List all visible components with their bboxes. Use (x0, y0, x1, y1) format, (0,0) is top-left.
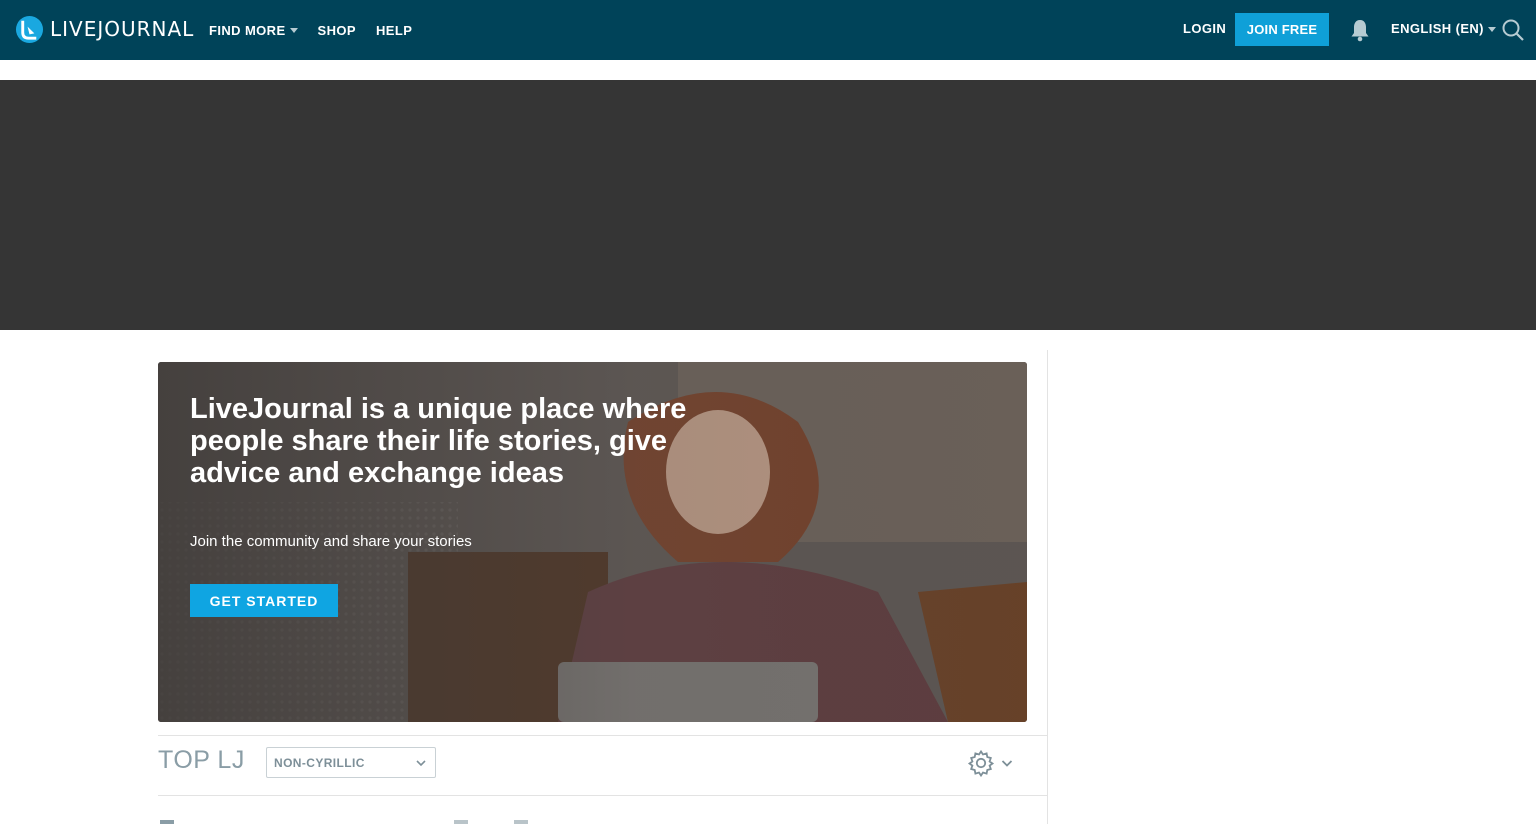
hero-banner: LiveJournal is a unique place where peop… (158, 362, 1027, 722)
nav-help-label: HELP (376, 22, 413, 38)
search-icon[interactable] (1502, 19, 1524, 41)
column-divider (1047, 350, 1048, 824)
top-navigation-bar: LIVEJOURNAL FIND MORE SHOP HELP LOGIN JO… (0, 0, 1536, 60)
chevron-down-icon (1001, 760, 1013, 767)
caret-down-icon (1487, 26, 1496, 32)
get-started-button[interactable]: GET STARTED (190, 584, 338, 617)
login-link[interactable]: LOGIN (1183, 21, 1226, 36)
ad-banner[interactable] (0, 80, 1536, 330)
nav-shop[interactable]: SHOP (318, 23, 356, 38)
nav-find-more[interactable]: FIND MORE (209, 23, 298, 38)
bell-icon[interactable] (1349, 18, 1371, 42)
top-lj-title: TOP LJ (158, 746, 245, 774)
list-item-peek (160, 820, 528, 824)
caret-down-icon (289, 28, 298, 33)
filter-value: NON-CYRILLIC (274, 755, 365, 770)
join-free-button[interactable]: JOIN FREE (1235, 13, 1329, 46)
settings-menu[interactable] (967, 748, 1019, 778)
section-divider (158, 735, 1047, 736)
language-label: ENGLISH (EN) (1391, 21, 1484, 36)
gear-icon (967, 749, 995, 777)
hero-subtitle: Join the community and share your storie… (190, 533, 472, 550)
language-selector[interactable]: ENGLISH (EN) (1391, 21, 1496, 36)
logo-wordmark: LIVEJOURNAL (50, 17, 195, 41)
hero-title: LiveJournal is a unique place where peop… (190, 393, 687, 489)
chevron-down-icon (416, 760, 426, 767)
section-divider (158, 795, 1047, 796)
language-filter-select[interactable]: NON-CYRILLIC (266, 747, 436, 778)
nav-help[interactable]: HELP (376, 23, 412, 38)
livejournal-logo[interactable]: LIVEJOURNAL (15, 14, 194, 44)
nav-find-more-label: FIND MORE (209, 22, 286, 38)
main-nav: FIND MORE SHOP HELP (209, 0, 412, 60)
nav-shop-label: SHOP (317, 22, 356, 38)
livejournal-logo-icon (15, 15, 44, 43)
